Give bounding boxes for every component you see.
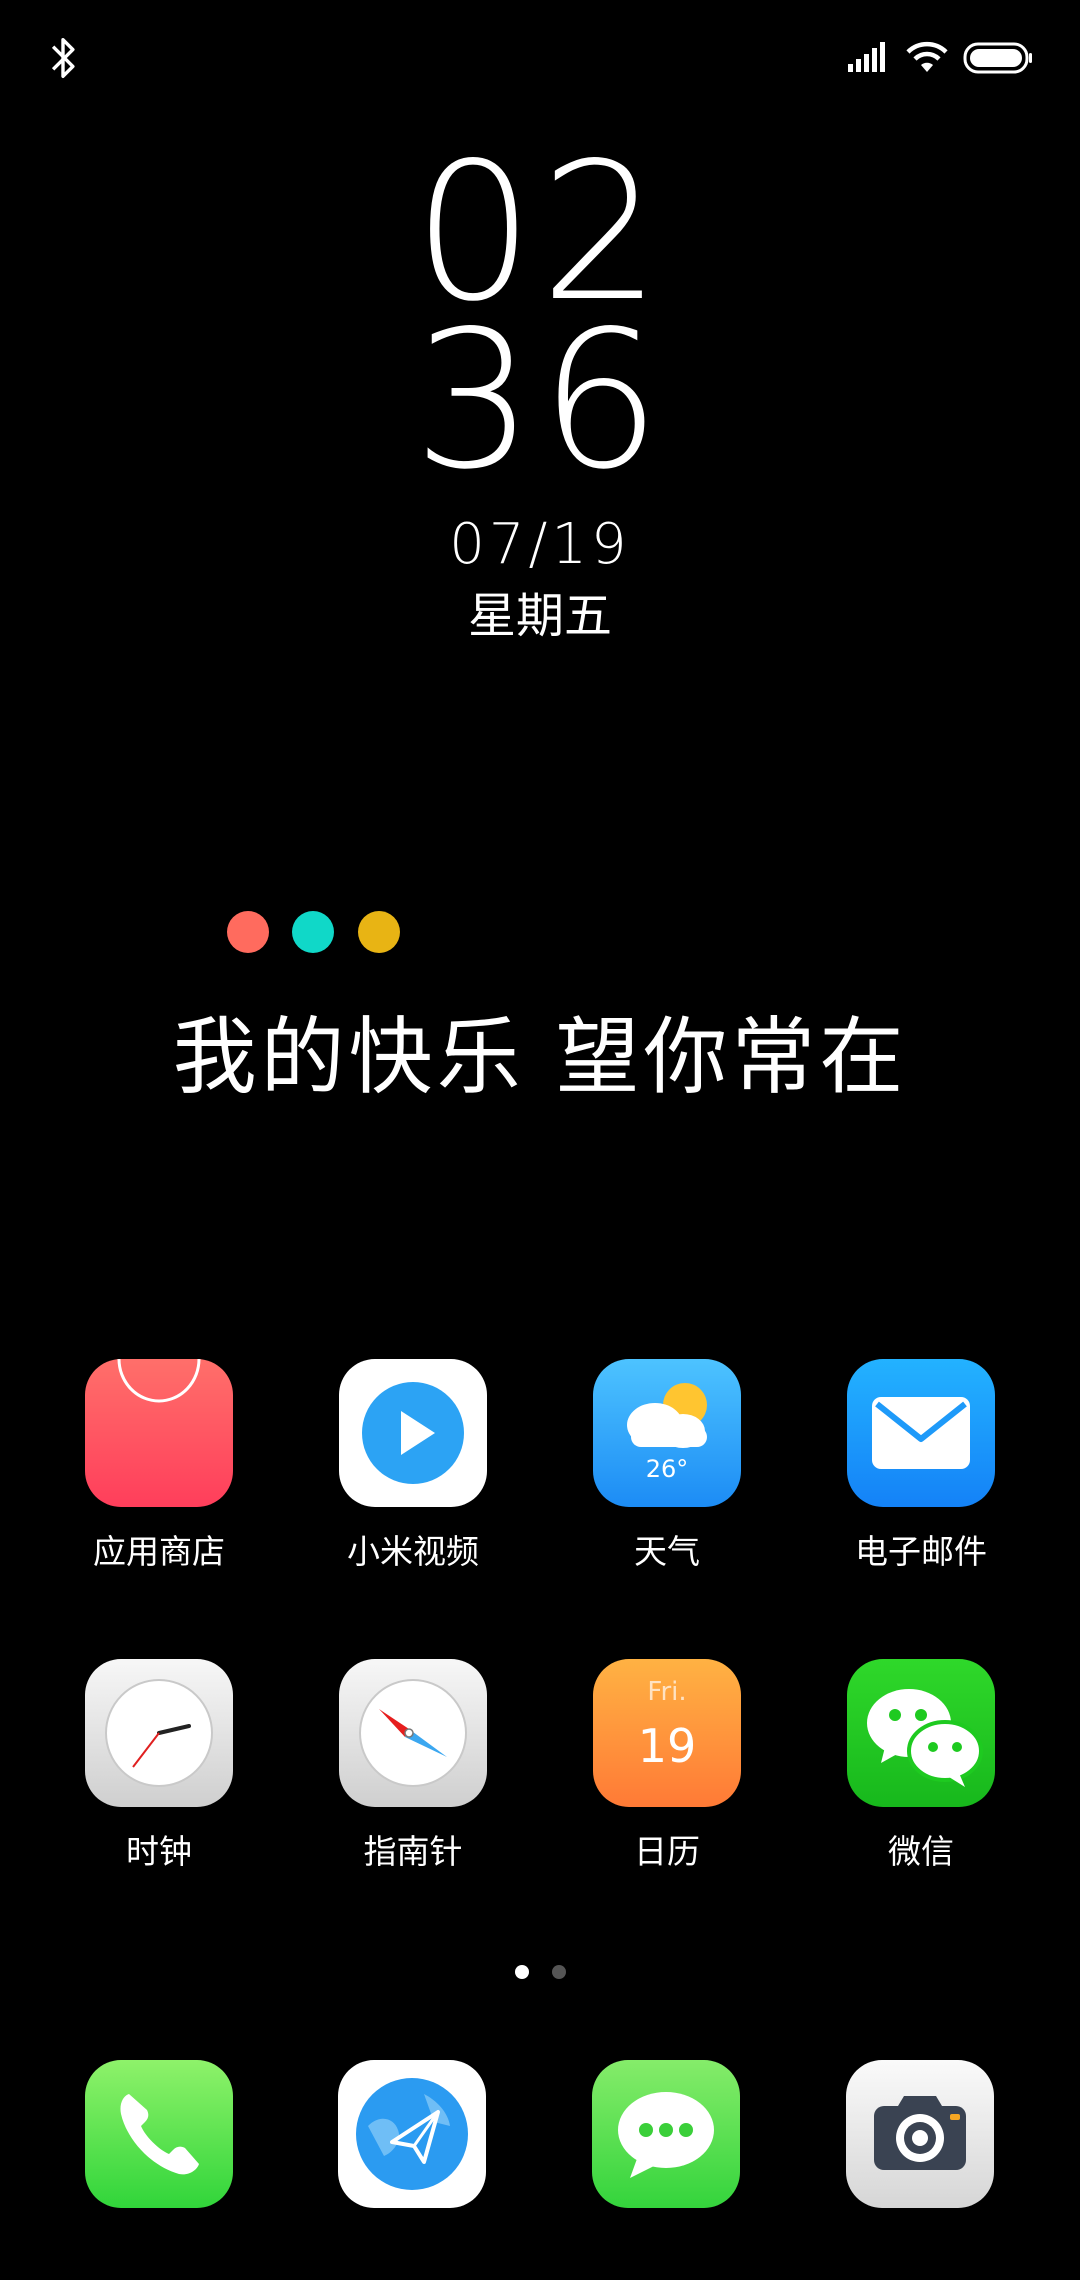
weather-shortcut[interactable]: 26° 天气 [540, 1359, 794, 1573]
messages-shortcut[interactable] [539, 2060, 793, 2208]
email-icon [847, 1359, 995, 1507]
calendar-day-number: 19 [637, 1719, 697, 1773]
weekday-text: 星期五 [467, 588, 612, 644]
bluetooth-icon [51, 37, 75, 79]
compass-icon [339, 1659, 487, 1807]
camera-icon [846, 2060, 994, 2208]
calendar-shortcut[interactable]: Fri. 19 日历 [540, 1659, 794, 1873]
clock-minute: 36 [413, 290, 667, 511]
weather-temperature: 26° [645, 1455, 689, 1483]
decor-dot-teal [292, 911, 334, 953]
cellular-signal-icon [848, 42, 885, 72]
camera-shortcut[interactable] [793, 2060, 1047, 2208]
email-shortcut[interactable]: 电子邮件 [794, 1359, 1048, 1573]
clock-shortcut[interactable]: 时钟 [32, 1659, 286, 1873]
app-label: 指南针 [363, 1832, 463, 1871]
phone-icon [85, 2060, 233, 2208]
battery-icon [963, 42, 1032, 74]
mi-video-icon [339, 1359, 487, 1507]
calendar-icon: Fri. 19 [593, 1659, 741, 1807]
app-label: 时钟 [126, 1832, 192, 1871]
app-label: 小米视频 [347, 1532, 479, 1571]
decor-dot-red [227, 911, 269, 953]
clock-app-icon [85, 1659, 233, 1807]
date-text: 07/19 [449, 512, 631, 577]
decor-dot-yellow [358, 911, 400, 953]
slogan-text: 我的快乐 望你常在 [172, 1008, 908, 1106]
wechat-shortcut[interactable]: 微信 [794, 1659, 1048, 1873]
wifi-icon [906, 41, 948, 72]
page-indicator-dot-active[interactable] [515, 1965, 529, 1979]
app-label: 应用商店 [93, 1532, 225, 1571]
app-label: 微信 [888, 1832, 954, 1871]
messages-icon [592, 2060, 740, 2208]
browser-shortcut[interactable] [285, 2060, 539, 2208]
wechat-icon [847, 1659, 995, 1807]
app-label: 电子邮件 [855, 1532, 987, 1571]
page-indicator-dot[interactable] [552, 1965, 566, 1979]
calendar-day-name: Fri. [647, 1677, 687, 1707]
mi-video-shortcut[interactable]: 小米视频 [286, 1359, 540, 1573]
browser-icon [338, 2060, 486, 2208]
app-label: 天气 [634, 1532, 700, 1571]
weather-icon: 26° [593, 1359, 741, 1507]
app-store-icon [85, 1359, 233, 1507]
app-store-shortcut[interactable]: 应用商店 [32, 1359, 286, 1573]
app-label: 日历 [634, 1832, 700, 1871]
phone-shortcut[interactable] [32, 2060, 286, 2208]
compass-shortcut[interactable]: 指南针 [286, 1659, 540, 1873]
